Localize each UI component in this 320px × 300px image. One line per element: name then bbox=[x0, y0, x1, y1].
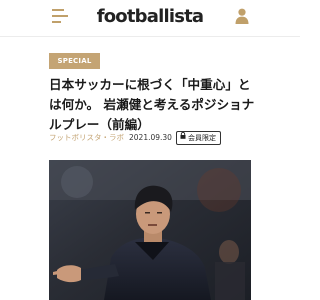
article-page: footballista SPECIAL 日本サッカーに根づく「中重心」とは何か… bbox=[0, 0, 300, 300]
special-badge[interactable]: SPECIAL bbox=[49, 53, 100, 69]
user-icon[interactable] bbox=[235, 8, 249, 24]
members-only-label: 会員限定 bbox=[188, 134, 216, 142]
article-date: 2021.09.30 bbox=[129, 133, 172, 142]
top-header: footballista bbox=[0, 0, 300, 37]
article-hero-image[interactable] bbox=[49, 160, 251, 300]
article-title[interactable]: 日本サッカーに根づく「中重心」とは何か。 岩瀬健と考えるポジショナルプレー（前編… bbox=[49, 75, 259, 135]
article-meta: フットボリスタ・ラボ 2021.09.30 会員限定 bbox=[49, 131, 259, 145]
site-logo[interactable]: footballista bbox=[0, 6, 300, 27]
members-only-badge: 会員限定 bbox=[176, 131, 221, 145]
article-category[interactable]: フットボリスタ・ラボ bbox=[49, 131, 124, 145]
lock-icon bbox=[180, 131, 186, 143]
